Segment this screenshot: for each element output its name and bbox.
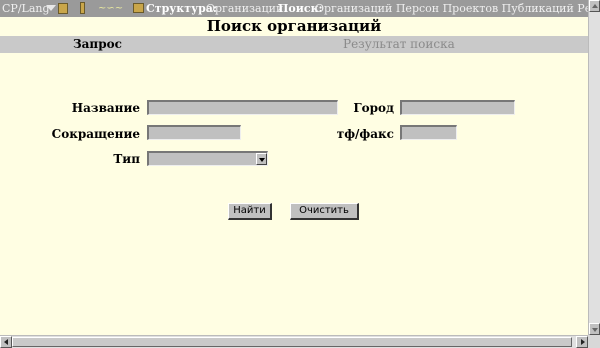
page-title: Поиск организаций [206,17,382,35]
book-icon[interactable] [58,3,68,14]
abbreviation-label: Сокращение [51,127,140,141]
horizontal-scroll-thumb[interactable] [12,337,572,347]
phone-fax-field[interactable] [400,125,457,140]
find-button[interactable]: Найти [228,203,272,220]
signature-logo-icon[interactable]: ~∽~ [98,0,123,17]
clear-button[interactable]: Очистить [290,203,359,220]
language-dropdown-icon[interactable] [46,5,56,11]
phone-fax-label: тф/факс [336,127,394,141]
name-label: Название [71,101,140,115]
tab-query[interactable]: Запрос [73,36,122,53]
type-select[interactable] [147,151,268,166]
scroll-right-icon[interactable] [576,336,588,348]
scrollbar-corner [588,335,600,348]
horizontal-scrollbar[interactable] [0,335,588,348]
codepage-language-link[interactable]: CP/Lang [2,0,50,17]
tab-search-result[interactable]: Результат поиска [343,36,455,53]
city-field[interactable] [400,100,515,115]
structure-organizations-link[interactable]: Организаций [206,0,283,17]
search-category-links[interactable]: Организаций Персон Проектов Публикаций Р… [315,0,588,17]
city-label: Город [353,101,394,115]
abbreviation-field[interactable] [147,125,241,140]
scroll-up-icon[interactable] [589,0,600,12]
name-field[interactable] [147,100,338,115]
chevron-down-icon[interactable] [256,153,267,165]
scroll-left-icon[interactable] [0,336,12,348]
browser-frame: CP/Lang ~∽~ Структура: Организаций Поиск… [0,0,600,348]
tabs-bar: Запрос Результат поиска [0,36,588,53]
vertical-scrollbar[interactable] [588,0,600,335]
scroll-down-icon[interactable] [589,323,600,335]
pin-icon[interactable] [80,2,85,14]
top-navigation-bar: CP/Lang ~∽~ Структура: Организаций Поиск… [0,0,588,17]
type-label: Тип [113,152,140,166]
home-icon[interactable] [133,3,144,13]
